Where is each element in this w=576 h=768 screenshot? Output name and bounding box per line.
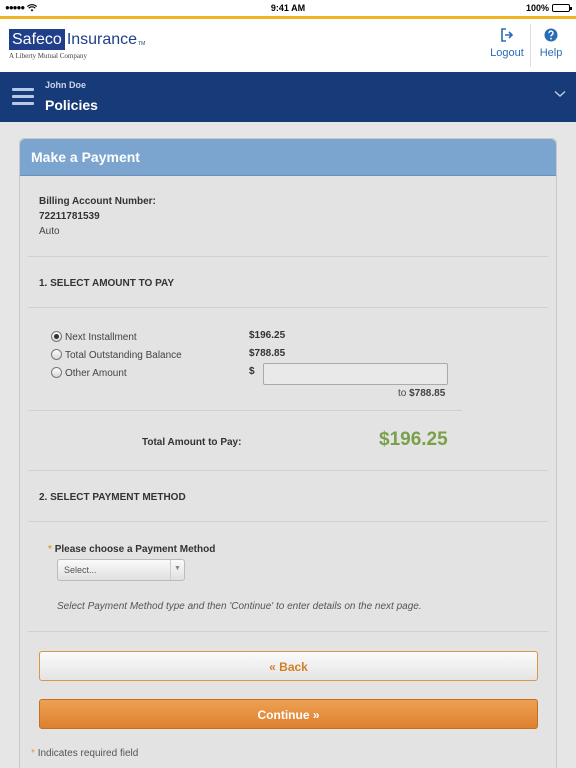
total-amount-label: Total Amount to Pay: [142, 437, 242, 448]
question-circle-icon [544, 28, 558, 42]
billing-account-type: Auto [39, 226, 60, 237]
payment-method-helper: Select Payment Method type and then 'Con… [57, 601, 422, 612]
status-time: 9:41 AM [270, 3, 306, 13]
back-button[interactable]: « Back [39, 651, 538, 681]
page-title: Policies [45, 97, 98, 113]
max-prefix: to [398, 388, 407, 399]
radio-total-outstanding[interactable] [51, 349, 62, 360]
header-separator [530, 24, 531, 67]
hamburger-menu-icon[interactable] [12, 88, 34, 109]
payment-method-label: * Please choose a Payment Method [48, 544, 215, 555]
other-amount-max: to $788.85 [398, 388, 445, 399]
logo-insurance: Insurance [66, 30, 138, 48]
required-field-note: * Indicates required field [31, 748, 138, 759]
payment-method-label-text: Please choose a Payment Method [54, 544, 216, 555]
option-amount: $788.85 [249, 348, 286, 359]
option-label: Other Amount [65, 368, 127, 379]
card-title: Make a Payment [20, 139, 556, 176]
radio-other-amount[interactable] [51, 367, 62, 378]
help-label: Help [539, 47, 563, 59]
app-header: Safeco Insurance TM A Liberty Mutual Com… [0, 19, 576, 72]
logo-brand: Safeco [9, 29, 65, 50]
currency-symbol: $ [249, 366, 255, 377]
logout-button[interactable]: Logout [488, 27, 526, 59]
make-payment-card: Make a Payment Billing Account Number: 7… [19, 138, 557, 768]
required-note-text: Indicates required field [37, 748, 139, 759]
logo-trademark: TM [138, 40, 146, 47]
dropdown-caret-icon: ▼ [170, 560, 184, 580]
total-amount-value: $196.25 [379, 429, 448, 450]
logout-label: Logout [490, 47, 524, 59]
battery-percent: 100% [525, 3, 549, 13]
max-amount: $788.85 [409, 388, 446, 399]
billing-account-label: Billing Account Number: [39, 196, 156, 207]
logout-arrow-icon [501, 28, 514, 42]
logo-tagline: A Liberty Mutual Company [9, 52, 87, 60]
section-select-amount: 1. SELECT AMOUNT TO PAY [39, 278, 175, 289]
divider [28, 470, 548, 471]
divider [28, 521, 548, 522]
section-select-method: 2. SELECT PAYMENT METHOD [39, 492, 186, 503]
billing-account-number: 72211781539 [39, 211, 100, 222]
chevron-down-icon[interactable] [554, 90, 566, 98]
divider [28, 631, 548, 632]
other-amount-input[interactable] [263, 363, 448, 385]
radio-next-installment[interactable] [51, 331, 62, 342]
continue-button[interactable]: Continue » [39, 699, 538, 729]
safeco-logo[interactable]: Safeco Insurance TM A Liberty Mutual Com… [9, 29, 145, 60]
option-label: Total Outstanding Balance [65, 350, 182, 361]
divider [28, 307, 548, 308]
option-label: Next Installment [65, 332, 137, 343]
payment-method-select-value: Select... [64, 565, 97, 575]
required-star: * [48, 544, 52, 555]
battery-icon [552, 4, 572, 12]
option-amount: $196.25 [249, 330, 286, 341]
help-button[interactable]: Help [536, 27, 566, 59]
divider [28, 256, 548, 257]
required-star: * [31, 748, 35, 759]
nav-bar[interactable]: John Doe Policies [0, 72, 576, 122]
status-bar: ●●●●● 9:41 AM 100% [0, 0, 576, 16]
divider [28, 410, 462, 411]
payment-method-select[interactable]: Select... ▼ [57, 559, 185, 581]
user-name: John Doe [45, 80, 87, 90]
